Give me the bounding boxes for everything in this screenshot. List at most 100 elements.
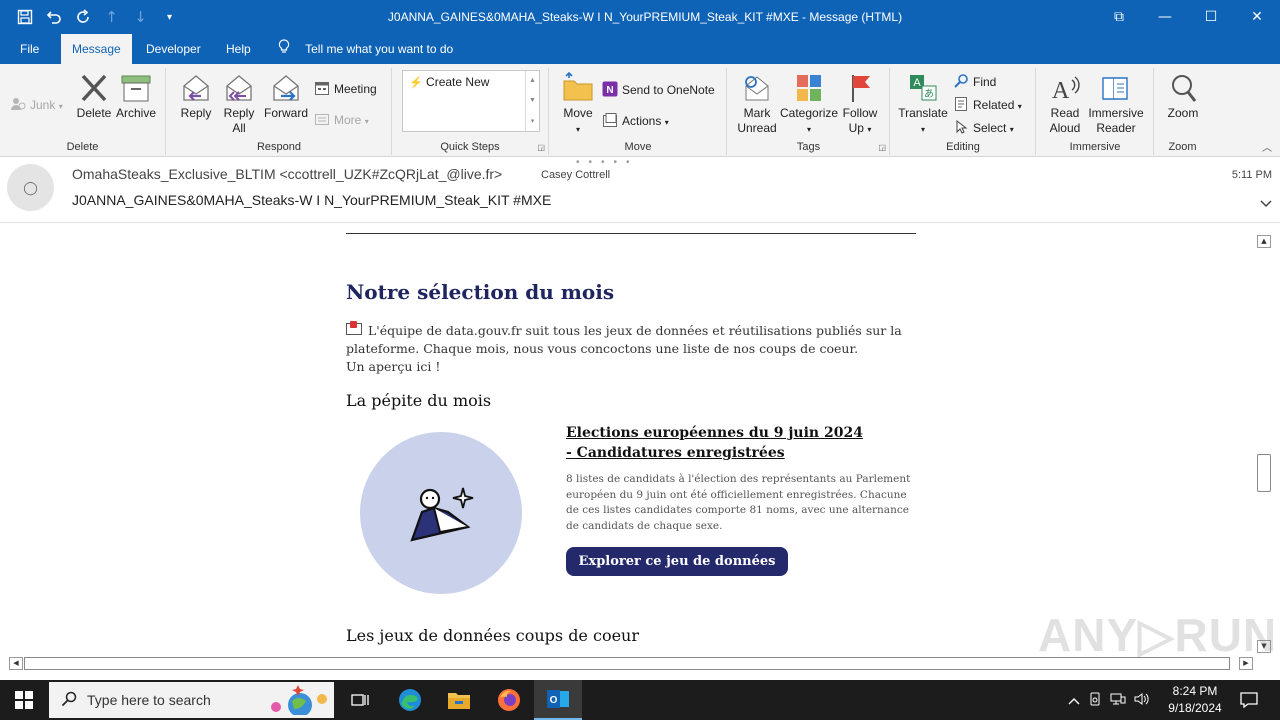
cursor-icon — [953, 119, 969, 135]
sender-address[interactable]: OmahaSteaks_Exclusive_BLTIM <ccottrell_U… — [72, 166, 502, 182]
message-time: 5:11 PM — [1231, 169, 1272, 181]
dataset-link[interactable]: Elections européennes du 9 juin 2024 - C… — [566, 423, 866, 463]
redo-icon[interactable] — [68, 0, 97, 34]
respond-group: Reply Reply All Forward Meeting More ▾ Re… — [167, 68, 392, 155]
delete-button[interactable]: Delete — [74, 72, 114, 121]
tell-me-search[interactable]: Tell me what you want to do — [278, 34, 453, 64]
tab-help[interactable]: Help — [215, 34, 262, 64]
quick-step-create-new[interactable]: ⚡ Create New — [409, 75, 489, 89]
quick-steps-group: ⚡ Create New ▲ ▼ ▾ Quick Steps ◲ — [392, 68, 549, 155]
junk-icon — [10, 96, 26, 112]
collapse-ribbon-icon[interactable]: ︿ — [1262, 139, 1272, 154]
next-item-icon[interactable]: ↓ — [126, 0, 155, 34]
svg-text:あ: あ — [924, 88, 934, 100]
vertical-scroll-thumb[interactable] — [1257, 454, 1271, 492]
reply-all-icon — [226, 75, 252, 101]
anyrun-watermark: ANY▷RUN — [1038, 609, 1278, 661]
ribbon-display-options-icon[interactable]: ⧉ — [1096, 0, 1142, 34]
maximize-button[interactable]: ☐ — [1188, 0, 1234, 34]
search-placeholder: Type here to search — [87, 692, 211, 708]
intro-text: L'équipe de data.gouv.fr suit tous les j… — [346, 323, 902, 356]
file-explorer-icon[interactable] — [435, 680, 483, 720]
search-highlight-icon — [271, 685, 327, 715]
junk-button[interactable]: Junk ▾ — [10, 95, 63, 115]
quick-steps-launcher-icon[interactable]: ◲ — [537, 143, 545, 152]
reply-icon — [183, 75, 209, 101]
device-icon[interactable] — [1088, 692, 1102, 709]
move-button[interactable]: Move ▾ — [558, 72, 598, 137]
read-aloud-button[interactable]: A Read Aloud — [1043, 72, 1087, 136]
mark-unread-button[interactable]: Mark Unread — [734, 72, 780, 136]
sender-avatar[interactable]: ◯ — [7, 164, 54, 211]
mark-unread-icon — [745, 76, 769, 101]
message-header: ◯ OmahaSteaks_Exclusive_BLTIM <ccottrell… — [0, 157, 1280, 223]
reply-button[interactable]: Reply — [177, 72, 215, 121]
delete-group-label: Delete — [66, 141, 99, 153]
translate-button[interactable]: Aあ Translate ▾ — [897, 72, 949, 137]
reading-pane-drag-handle[interactable]: ••••• — [576, 157, 639, 168]
notification-center-icon[interactable] — [1234, 680, 1264, 720]
meeting-button[interactable]: Meeting — [314, 79, 377, 99]
tags-group-label: Tags — [796, 141, 821, 153]
nugget-heading: La pépite du mois — [346, 391, 492, 410]
outlook-icon[interactable]: O — [534, 680, 582, 720]
tab-file[interactable]: File — [9, 34, 50, 64]
immersive-reader-button[interactable]: Immersive Reader — [1087, 72, 1145, 136]
immersive-reader-icon — [1102, 77, 1128, 100]
scroll-left-arrow[interactable]: ◀ — [9, 657, 23, 670]
quick-steps-gallery[interactable]: ⚡ Create New ▲ ▼ ▾ — [402, 70, 540, 132]
previous-item-icon[interactable]: ↑ — [97, 0, 126, 34]
window-title: J0ANNA_GAINES&0MAHA_Steaks-W I N_YourPRE… — [387, 10, 903, 24]
recipient-name[interactable]: Casey Cottrell — [541, 169, 610, 181]
network-icon[interactable] — [1110, 692, 1126, 709]
select-button[interactable]: Select ▾ — [953, 118, 1014, 138]
email-heading: Notre sélection du mois — [346, 280, 615, 304]
save-icon[interactable] — [10, 0, 39, 34]
customize-qat-icon[interactable]: ▾ — [155, 0, 184, 34]
task-view-icon[interactable] — [336, 680, 384, 720]
show-hidden-icons-icon[interactable] — [1068, 693, 1080, 708]
intro-preview-text: Un aperçu ici ! — [346, 359, 441, 374]
volume-icon[interactable] — [1134, 692, 1150, 709]
person-sparkle-illustration — [410, 487, 474, 542]
svg-text:A: A — [1052, 78, 1070, 104]
categorize-button[interactable]: Categorize ▾ — [780, 72, 838, 137]
taskbar-search-box[interactable]: Type here to search — [49, 682, 334, 718]
tab-message[interactable]: Message — [61, 34, 132, 64]
zoom-button[interactable]: Zoom — [1161, 72, 1205, 121]
find-button[interactable]: Find — [953, 72, 996, 92]
expand-header-icon[interactable] — [1260, 197, 1272, 211]
quick-steps-scroll[interactable]: ▲ ▼ ▾ — [525, 71, 539, 131]
related-icon — [953, 96, 969, 112]
actions-button[interactable]: Actions ▾ — [602, 111, 669, 131]
lightbulb-icon — [278, 34, 292, 64]
edge-icon[interactable] — [386, 680, 434, 720]
undo-icon[interactable] — [39, 0, 68, 34]
tab-developer[interactable]: Developer — [135, 34, 212, 64]
move-group-label: Move — [624, 141, 652, 153]
calendar-icon — [314, 80, 330, 96]
firefox-icon[interactable] — [485, 680, 533, 720]
immersive-group: A Read Aloud Immersive Reader Immersive — [1037, 68, 1154, 155]
vertical-scrollbar[interactable]: ▲ ▼ — [1256, 234, 1273, 654]
reply-all-button[interactable]: Reply All — [219, 72, 259, 136]
ribbon: Junk ▾ Delete Archive Delete Reply Reply… — [0, 64, 1280, 157]
close-button[interactable]: ✕ — [1234, 0, 1280, 34]
related-button[interactable]: Related ▾ — [953, 95, 1022, 115]
start-button[interactable] — [0, 680, 48, 720]
translate-icon: Aあ — [910, 75, 937, 101]
tell-me-label: Tell me what you want to do — [305, 42, 454, 56]
archive-button[interactable]: Archive — [114, 72, 158, 121]
taskbar-clock[interactable]: 8:24 PM 9/18/2024 — [1162, 683, 1228, 717]
follow-up-button[interactable]: Follow Up ▾ — [838, 72, 882, 137]
favorites-heading: Les jeux de données coups de coeur — [346, 626, 639, 645]
folder-move-icon — [563, 72, 593, 101]
explore-dataset-button[interactable]: Explorer ce jeu de données — [566, 547, 788, 576]
divider — [346, 233, 916, 234]
minimize-button[interactable]: — — [1142, 0, 1188, 34]
send-to-onenote-button[interactable]: N Send to OneNote — [602, 80, 715, 100]
more-respond-button[interactable]: More ▾ — [314, 110, 369, 130]
forward-button[interactable]: Forward — [263, 72, 309, 121]
scroll-up-arrow[interactable]: ▲ — [1257, 235, 1271, 248]
actions-icon — [602, 112, 618, 128]
